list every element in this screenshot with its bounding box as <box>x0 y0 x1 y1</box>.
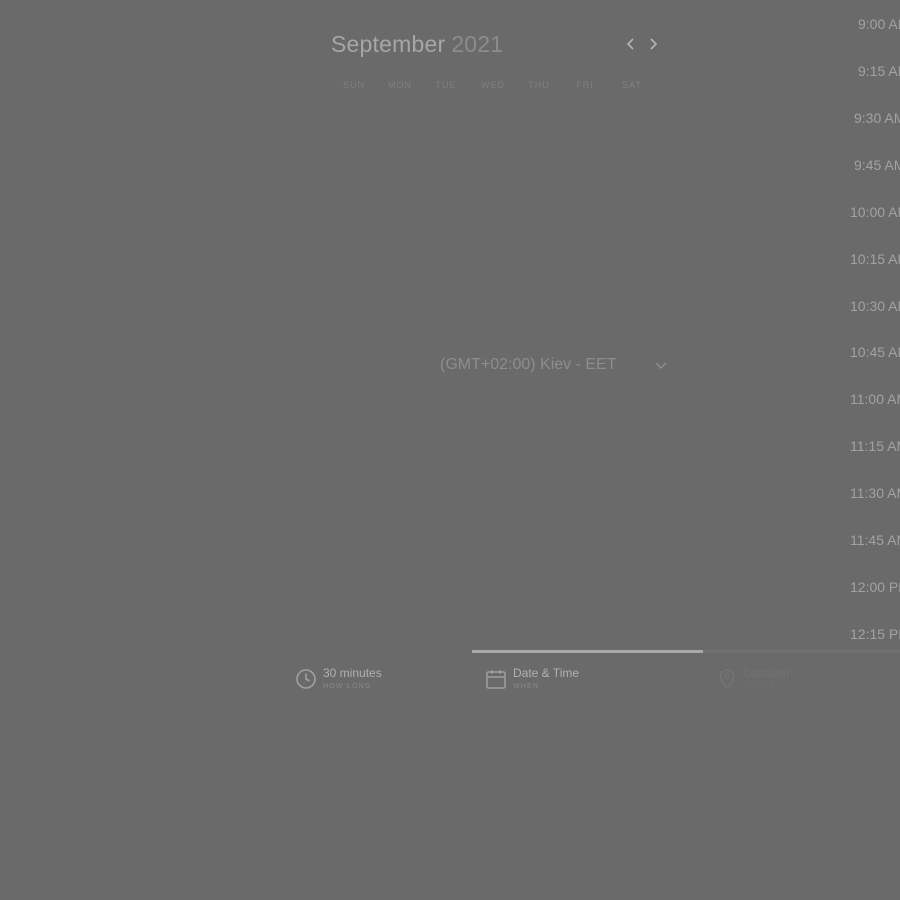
step-date-time[interactable]: Date & Time WHEN <box>485 664 635 696</box>
time-slot[interactable]: 10:30 AM <box>850 298 900 314</box>
time-slot[interactable]: 9:15 AM <box>858 63 900 79</box>
time-slot[interactable]: 12:15 PM <box>850 626 900 642</box>
step-location-subtitle: WHERE <box>744 683 777 690</box>
clock-icon <box>296 669 316 689</box>
time-slot[interactable]: 11:30 AM <box>850 485 900 501</box>
time-slot[interactable]: 12:00 PM <box>850 579 900 595</box>
time-slot[interactable]: 11:00 AM <box>850 391 900 407</box>
step-duration-subtitle: HOW LONG <box>323 683 372 690</box>
time-slot[interactable]: 11:45 AM <box>850 532 900 548</box>
time-slot[interactable]: 9:00 AM <box>858 16 900 32</box>
time-slot[interactable]: 10:00 AM <box>850 204 900 220</box>
booking-page: September 2021 SUN MON TUE WED THU FRI SA… <box>0 0 900 900</box>
time-slot[interactable]: 11:15 AM <box>850 438 900 454</box>
step-location-title: Location <box>744 666 790 680</box>
pin-icon <box>719 669 735 690</box>
step-location[interactable]: Location WHERE <box>716 664 866 696</box>
progress-fill <box>472 650 703 653</box>
step-date-time-title: Date & Time <box>513 666 580 680</box>
time-slot[interactable]: 10:45 AM <box>850 344 900 360</box>
step-date-time-subtitle: WHEN <box>513 683 540 690</box>
calendar-icon <box>486 670 506 689</box>
step-duration-title: 30 minutes <box>323 666 382 680</box>
time-slot-list: 9:00 AM 9:15 AM 9:30 AM 9:45 AM 10:00 AM… <box>0 0 900 660</box>
time-slot[interactable]: 9:45 AM <box>854 157 900 173</box>
time-slot[interactable]: 10:15 AM <box>850 251 900 267</box>
step-duration[interactable]: 30 minutes HOW LONG <box>295 664 445 696</box>
time-slot[interactable]: 9:30 AM <box>854 110 900 126</box>
